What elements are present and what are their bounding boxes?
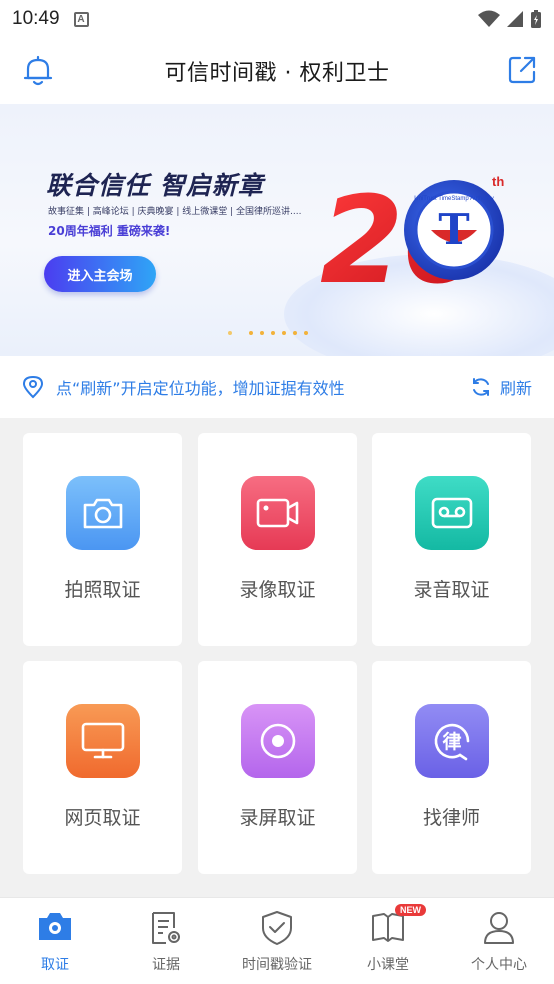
- feature-label: 录像取证: [239, 579, 316, 601]
- screen-record-evidence-card[interactable]: 录屏取证: [198, 661, 357, 874]
- app-header: 可信时间戳 · 权利卫士: [0, 38, 554, 104]
- document-settings-icon: [148, 910, 184, 950]
- feature-label: 录屏取证: [239, 807, 316, 829]
- share-icon: [508, 56, 536, 84]
- signal-icon: [507, 11, 523, 27]
- tab-label: 时间戳验证: [242, 957, 312, 973]
- banner-subline: 故事征集 | 高峰论坛 | 庆典晚宴 | 线上微课堂 | 全国律所巡讲....: [48, 207, 302, 217]
- find-lawyer-card[interactable]: 律 找律师: [372, 661, 531, 874]
- camera-icon: [66, 476, 140, 550]
- enter-main-venue-button[interactable]: 进入主会场: [44, 256, 156, 292]
- location-hint: 点“刷新”开启定位功能，增加证据有效性: [56, 379, 345, 398]
- refresh-icon: [472, 378, 489, 396]
- audio-evidence-card[interactable]: 录音取证: [372, 433, 531, 646]
- carousel-indicator[interactable]: [228, 331, 308, 335]
- banner-promo: 20周年福利 重磅来袭!: [48, 224, 171, 238]
- carousel-dot: [304, 331, 308, 335]
- tab-timestamp-verify[interactable]: 时间戳验证: [222, 898, 332, 984]
- webpage-evidence-card[interactable]: 网页取证: [23, 661, 182, 874]
- battery-icon: [531, 10, 541, 28]
- refresh-button[interactable]: 刷新: [470, 375, 532, 399]
- video-camera-icon: [241, 476, 315, 550]
- seal-text: UniTrust TimeStamp Authority: [414, 196, 493, 202]
- carousel-dot: [249, 331, 253, 335]
- status-indicators: [478, 9, 542, 29]
- tab-classroom[interactable]: NEW 小课堂: [333, 898, 443, 984]
- tab-label: 小课堂: [367, 957, 409, 973]
- shield-check-icon: [260, 910, 294, 950]
- notification-icon: A: [73, 11, 89, 27]
- promo-banner[interactable]: 联合信任 智启新章 故事征集 | 高峰论坛 | 庆典晚宴 | 线上微课堂 | 全…: [0, 104, 554, 356]
- bottom-tab-bar: 取证 证据 时间戳验证 NEW 小课堂 个人中心: [0, 897, 554, 984]
- tab-evidence[interactable]: 证据: [111, 898, 221, 984]
- cassette-icon: [415, 476, 489, 550]
- carousel-dot: [260, 331, 264, 335]
- carousel-dot-active: [228, 331, 232, 335]
- tab-label: 取证: [41, 957, 69, 973]
- location-pin-icon: [22, 375, 44, 399]
- tab-profile[interactable]: 个人中心: [444, 898, 554, 984]
- lawyer-icon: 律: [415, 704, 489, 778]
- location-bar: 点“刷新”开启定位功能，增加证据有效性 刷新: [0, 356, 554, 418]
- feature-label: 网页取证: [64, 807, 141, 829]
- video-evidence-card[interactable]: 录像取证: [198, 433, 357, 646]
- screen-record-icon: [241, 704, 315, 778]
- carousel-dot: [282, 331, 286, 335]
- tab-label: 个人中心: [471, 957, 527, 973]
- tab-label: 证据: [152, 957, 180, 973]
- new-badge: NEW: [395, 904, 426, 916]
- svg-text:律: 律: [441, 730, 461, 753]
- user-icon: [482, 910, 516, 950]
- status-time: 10:49: [12, 8, 60, 29]
- svg-text:T: T: [438, 205, 469, 254]
- page-title: 可信时间戳 · 权利卫士: [164, 61, 390, 86]
- camera-icon: [37, 910, 73, 946]
- refresh-label: 刷新: [499, 379, 532, 398]
- photo-evidence-card[interactable]: 拍照取证: [23, 433, 182, 646]
- bell-icon: [23, 55, 53, 86]
- monitor-icon: [66, 704, 140, 778]
- wifi-icon: [478, 10, 500, 27]
- status-bar: 10:49 A: [0, 0, 554, 38]
- anniversary-suffix: th: [492, 174, 504, 189]
- carousel-dot: [293, 331, 297, 335]
- feature-label: 录音取证: [413, 579, 490, 601]
- carousel-dot: [271, 331, 275, 335]
- tab-evidence-capture[interactable]: 取证: [0, 898, 110, 984]
- share-button[interactable]: [506, 54, 538, 90]
- banner-headline: 联合信任 智启新章: [46, 171, 264, 200]
- feature-label: 拍照取证: [64, 579, 141, 601]
- feature-label: 找律师: [422, 807, 480, 829]
- anniversary-logo: 20 T UniTrust TimeStamp Authority th: [316, 158, 516, 312]
- notification-button[interactable]: [22, 54, 54, 92]
